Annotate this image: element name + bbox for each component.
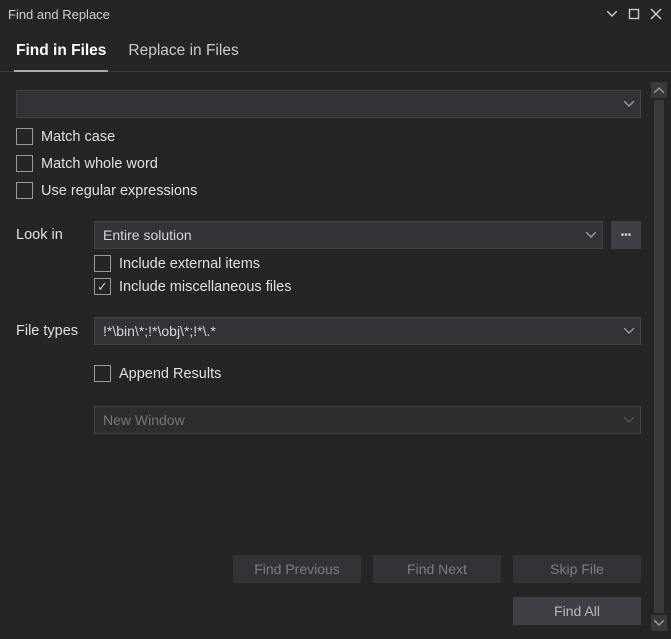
maximize-icon[interactable]: [625, 5, 643, 23]
look-in-value: Entire solution: [103, 227, 192, 243]
file-types-dropdown[interactable]: !*\bin\*;!*\obj\*;!*\.*: [94, 317, 641, 345]
window-title: Find and Replace: [6, 7, 603, 22]
chevron-down-icon: [624, 417, 634, 423]
ellipsis-icon: •••: [621, 230, 632, 241]
use-regex-checkbox[interactable]: [16, 182, 33, 199]
append-results-label: Append Results: [119, 366, 221, 382]
tab-bar: Find in Files Replace in Files: [0, 28, 671, 72]
window-titlebar: Find and Replace: [0, 0, 671, 28]
scroll-track[interactable]: [654, 100, 664, 613]
scroll-down-icon[interactable]: [651, 615, 667, 631]
chevron-down-icon[interactable]: [624, 328, 634, 334]
use-regex-label: Use regular expressions: [41, 183, 197, 199]
match-case-label: Match case: [41, 129, 115, 145]
chevron-down-icon[interactable]: [624, 101, 634, 107]
find-next-button[interactable]: Find Next: [373, 555, 501, 583]
match-case-checkbox[interactable]: [16, 128, 33, 145]
file-types-value: !*\bin\*;!*\obj\*;!*\.*: [103, 323, 216, 339]
match-whole-word-checkbox[interactable]: [16, 155, 33, 172]
include-external-label: Include external items: [119, 256, 260, 272]
scroll-up-icon[interactable]: [651, 82, 667, 98]
action-buttons: Find Previous Find Next Skip File Find A…: [233, 555, 641, 625]
window-dropdown-icon[interactable]: [603, 5, 621, 23]
close-icon[interactable]: [647, 5, 665, 23]
vertical-scrollbar[interactable]: [651, 82, 667, 631]
skip-file-button[interactable]: Skip File: [513, 555, 641, 583]
include-misc-checkbox[interactable]: [94, 278, 111, 295]
find-all-button[interactable]: Find All: [513, 597, 641, 625]
include-external-checkbox[interactable]: [94, 255, 111, 272]
browse-button[interactable]: •••: [611, 221, 641, 249]
tab-replace-in-files[interactable]: Replace in Files: [126, 36, 240, 72]
file-types-label: File types: [16, 323, 94, 339]
find-previous-button[interactable]: Find Previous: [233, 555, 361, 583]
chevron-down-icon[interactable]: [586, 232, 596, 238]
include-misc-label: Include miscellaneous files: [119, 279, 291, 295]
search-term-input[interactable]: [16, 90, 641, 118]
look-in-dropdown[interactable]: Entire solution: [94, 221, 603, 249]
append-results-checkbox[interactable]: [94, 365, 111, 382]
match-whole-word-label: Match whole word: [41, 156, 158, 172]
results-target-value: New Window: [103, 412, 185, 428]
results-target-dropdown: New Window: [94, 406, 641, 434]
tab-find-in-files[interactable]: Find in Files: [14, 36, 108, 72]
look-in-label: Look in: [16, 227, 94, 243]
